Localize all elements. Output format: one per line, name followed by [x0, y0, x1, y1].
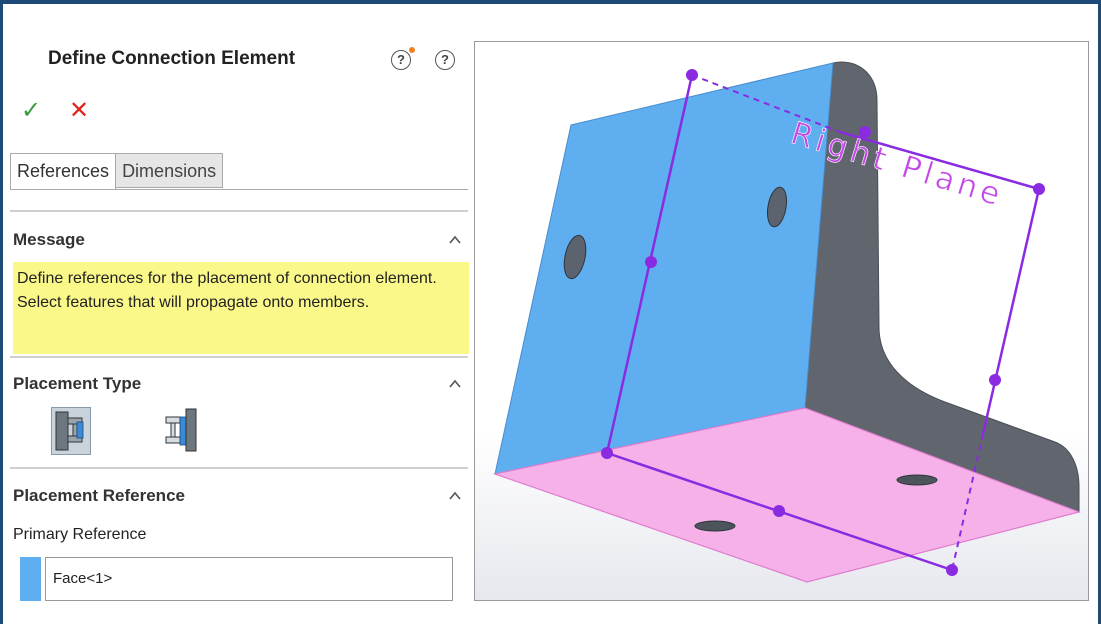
group-separator [10, 467, 468, 469]
placement-type-group-title[interactable]: Placement Type [13, 374, 141, 394]
tab-dimensions[interactable]: Dimensions [115, 153, 224, 188]
page-title: Define Connection Element [48, 48, 296, 69]
primary-reference-field[interactable]: Face<1> [45, 557, 453, 601]
collapse-chevron-icon[interactable] [449, 378, 461, 390]
group-separator [10, 210, 468, 212]
tab-references[interactable]: References [10, 153, 117, 190]
help-icon[interactable]: ? [435, 50, 455, 70]
property-manager-panel: Define Connection Element ? ? ✓ ✕ Refere… [3, 4, 469, 624]
checkmark-icon[interactable]: ✓ [21, 96, 41, 125]
placement-type-a-icon[interactable] [51, 407, 91, 455]
collapse-chevron-icon[interactable] [449, 234, 461, 246]
collapse-chevron-icon[interactable] [449, 490, 461, 502]
group-separator [10, 356, 468, 358]
hole [896, 474, 938, 486]
graphics-viewport[interactable]: Right Plane [474, 41, 1089, 601]
selection-color-swatch [20, 557, 41, 601]
hole [694, 520, 736, 532]
close-icon[interactable]: ✕ [69, 96, 89, 125]
placement-reference-group-title[interactable]: Placement Reference [13, 486, 185, 506]
whats-new-help-icon[interactable]: ? [391, 47, 415, 70]
placement-type-b-icon[interactable] [160, 407, 200, 455]
tab-underline [10, 189, 468, 190]
tab-bar: References Dimensions [10, 153, 224, 190]
message-group-title[interactable]: Message [13, 230, 85, 250]
message-text: Define references for the placement of c… [13, 262, 469, 354]
primary-reference-label: Primary Reference [13, 526, 147, 543]
